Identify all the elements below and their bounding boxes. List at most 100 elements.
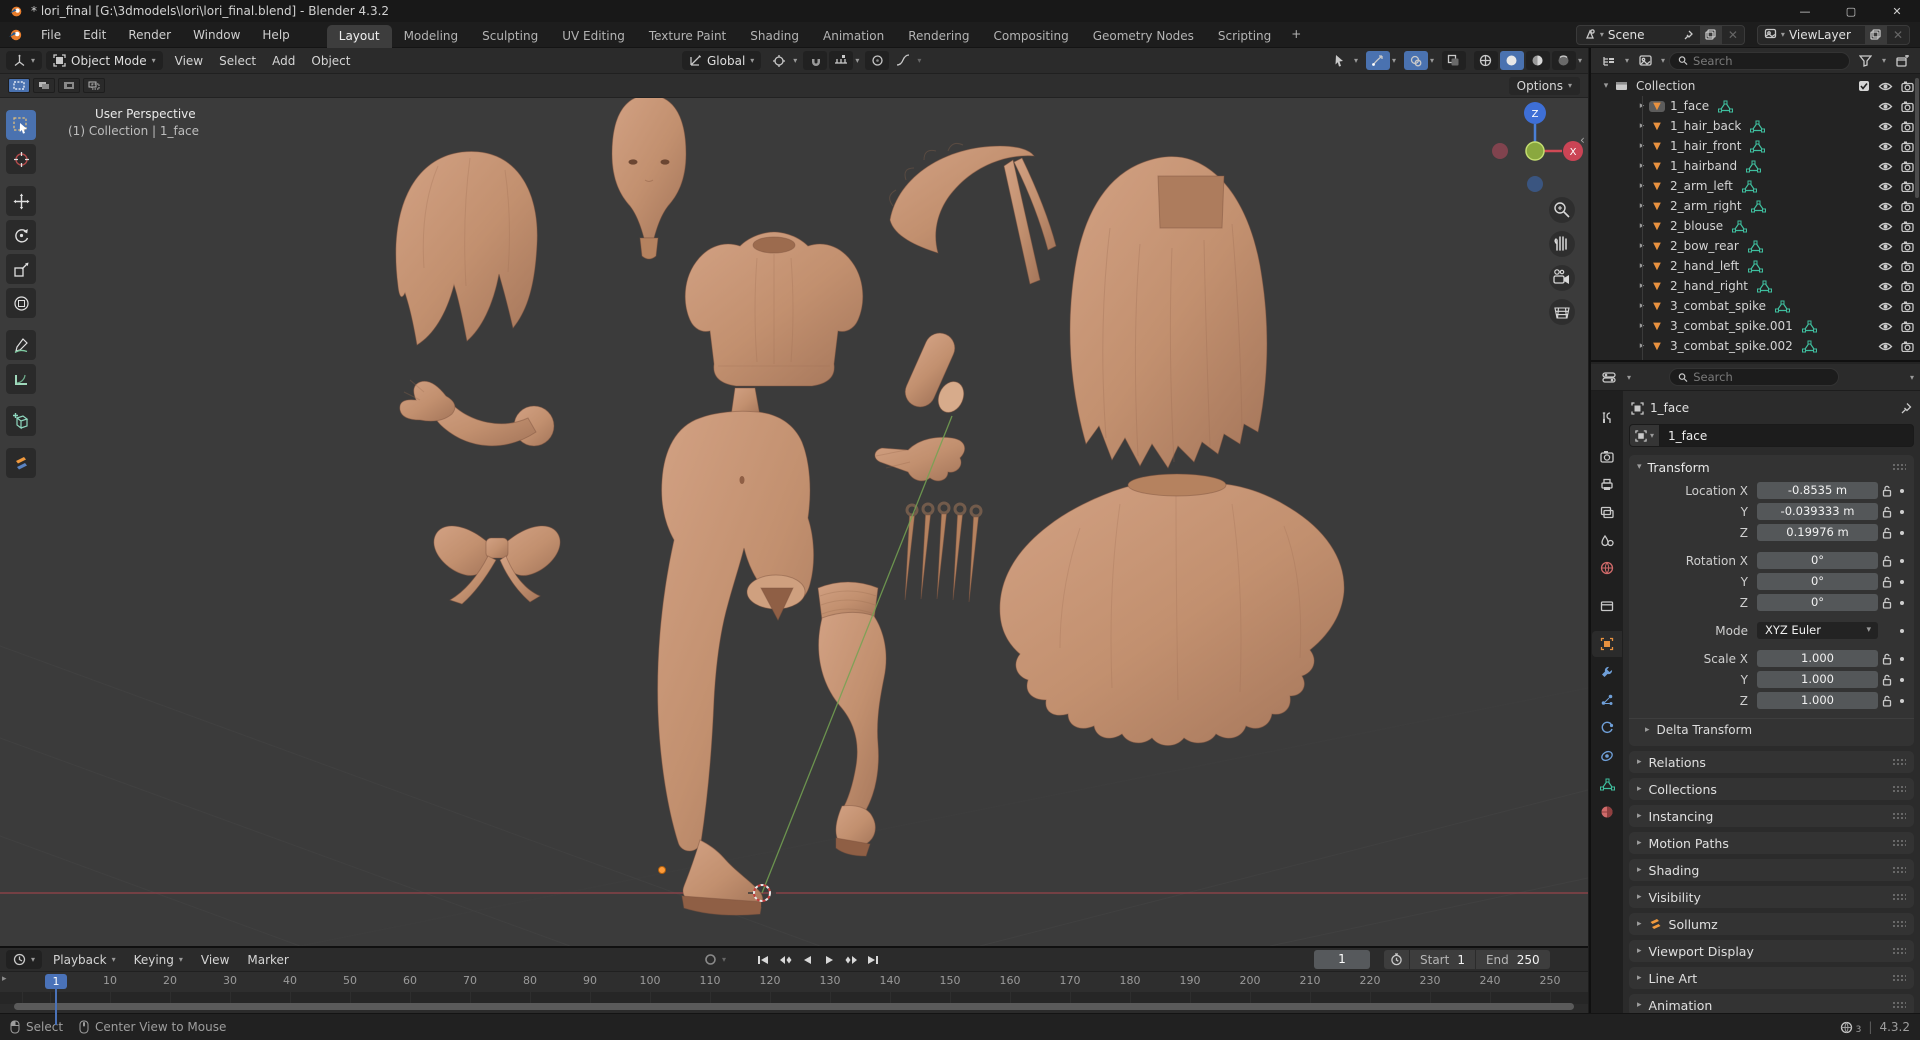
property-section-header[interactable]: ▸ Animation [1629, 994, 1914, 1013]
next-keyframe-button[interactable] [841, 950, 861, 969]
select-mode-intersect-button[interactable] [83, 78, 105, 93]
hide-eye-icon[interactable] [1878, 81, 1893, 92]
workspace-tab[interactable]: Modeling [392, 25, 471, 48]
panel-grip-handle[interactable] [1892, 758, 1906, 766]
render-camera-icon[interactable] [1901, 341, 1914, 352]
show-overlays-toggle[interactable] [1404, 51, 1428, 70]
tab-object-data[interactable] [1592, 771, 1622, 797]
timeline-menu[interactable]: View ▾ [192, 953, 238, 967]
render-camera-icon[interactable] [1901, 161, 1914, 172]
tab-world[interactable] [1592, 555, 1622, 581]
outliner-item-row[interactable]: ▸ ▼ 3_combat_spike.001 [1591, 316, 1920, 336]
lock-icon[interactable] [1878, 625, 1896, 637]
panel-grip-handle[interactable] [1892, 920, 1906, 928]
new-viewlayer-button[interactable] [1865, 26, 1887, 44]
outliner-item-row[interactable]: ▸ ▼ 3_combat_spike.003 [1591, 356, 1920, 362]
render-camera-icon[interactable] [1901, 221, 1914, 232]
object-hand-right[interactable] [875, 437, 965, 481]
tab-object[interactable] [1592, 631, 1622, 657]
xray-toggle[interactable] [1442, 51, 1466, 70]
timeline-menu[interactable]: Marker ▾ [238, 953, 297, 967]
object-bow-rear[interactable] [434, 526, 560, 604]
animate-dot[interactable] [1896, 580, 1908, 584]
hide-eye-icon[interactable] [1878, 261, 1893, 272]
hide-eye-icon[interactable] [1878, 121, 1893, 132]
timeline-ruler[interactable]: 1020304050607080901001101201301401501601… [0, 972, 1588, 992]
shading-solid-button[interactable] [1500, 51, 1524, 70]
outliner-item-row[interactable]: ▸ ▼ 2_arm_right [1591, 196, 1920, 216]
end-frame-field[interactable]: End 250 [1476, 950, 1550, 969]
tab-scene[interactable] [1592, 527, 1622, 553]
hide-eye-icon[interactable] [1878, 281, 1893, 292]
prev-keyframe-button[interactable] [775, 950, 795, 969]
shading-wireframe-button[interactable] [1474, 51, 1498, 70]
panel-grip-handle[interactable] [1892, 866, 1906, 874]
outliner-item-row[interactable]: ▸ ▼ 3_combat_spike.002 [1591, 336, 1920, 356]
render-camera-icon[interactable] [1901, 261, 1914, 272]
new-scene-button[interactable] [1700, 26, 1722, 44]
object-blouse[interactable] [685, 232, 863, 386]
hide-eye-icon[interactable] [1878, 341, 1893, 352]
outliner-filter-button[interactable] [1854, 51, 1878, 70]
expand-arrow-icon[interactable]: ▸ [1635, 361, 1649, 362]
tool-annotate[interactable] [6, 330, 36, 360]
pan-hand-button[interactable] [1549, 231, 1575, 257]
object-arm-right-forearm[interactable] [900, 328, 968, 416]
lock-icon[interactable] [1878, 597, 1896, 609]
tool-rotate[interactable] [6, 220, 36, 250]
topbar-menu[interactable]: Help [251, 25, 300, 45]
tool-transform[interactable] [6, 288, 36, 318]
jump-to-end-button[interactable] [863, 950, 883, 969]
timeline-scrollbar[interactable] [14, 1003, 1574, 1010]
viewlayer-selector[interactable]: ▾ ViewLayer ✕ [1757, 25, 1910, 45]
play-reverse-button[interactable] [797, 950, 817, 969]
outliner-item-row[interactable]: ▸ ▼ 1_face [1591, 96, 1920, 116]
collection-row[interactable]: ▾ Collection [1591, 76, 1920, 96]
object-leg-right[interactable] [818, 582, 886, 856]
panel-grip-handle[interactable] [1892, 785, 1906, 793]
render-camera-icon[interactable] [1901, 321, 1914, 332]
scene-canvas[interactable]: Z X [0, 48, 1588, 946]
camera-view-button[interactable] [1549, 265, 1575, 291]
hide-eye-icon[interactable] [1878, 301, 1893, 312]
tab-material[interactable] [1592, 799, 1622, 825]
property-section-header[interactable]: ▸ Motion Paths [1629, 832, 1914, 854]
tool-select-box[interactable] [6, 110, 36, 140]
viewport-3d[interactable]: ▾ Object Mode ▾ ViewSelectAddObject Glob… [0, 48, 1588, 946]
workspace-tab[interactable]: Sculpting [470, 25, 550, 48]
transform-value-field[interactable]: 0° [1757, 594, 1878, 611]
property-section-header[interactable]: ▸ Instancing [1629, 805, 1914, 827]
show-gizmo-toggle[interactable] [1366, 51, 1390, 70]
outliner-item-row[interactable]: ▸ ▼ 2_hand_left [1591, 256, 1920, 276]
lock-icon[interactable] [1878, 653, 1896, 665]
snap-with-button[interactable] [829, 51, 853, 70]
workspace-tab[interactable]: UV Editing [550, 25, 637, 48]
exclude-checkbox[interactable] [1858, 80, 1870, 92]
panel-grip-handle[interactable] [1892, 1001, 1906, 1009]
topbar-menu[interactable]: Edit [72, 25, 117, 45]
render-camera-icon[interactable] [1901, 181, 1914, 192]
hide-eye-icon[interactable] [1878, 101, 1893, 112]
workspace-tab[interactable]: Animation [811, 25, 896, 48]
blender-menu-button[interactable] [0, 27, 30, 43]
object-combat-spikes[interactable] [905, 503, 981, 602]
new-collection-button[interactable] [1890, 51, 1914, 70]
object-skirt[interactable] [1000, 474, 1344, 746]
hide-eye-icon[interactable] [1878, 361, 1893, 363]
outliner-scrollbar[interactable] [1915, 78, 1919, 198]
properties-search[interactable] [1669, 368, 1839, 386]
tab-viewlayer[interactable] [1592, 499, 1622, 525]
tool-add-cube[interactable] [6, 406, 36, 436]
tool-sollumz[interactable] [6, 448, 36, 478]
navigation-gizmo[interactable]: Z X [1492, 102, 1583, 192]
use-preview-range-button[interactable] [1384, 950, 1409, 969]
outliner-item-row[interactable]: ▸ ▼ 1_hair_front [1591, 136, 1920, 156]
breadcrumb-object-name[interactable]: 1_face [1650, 401, 1689, 415]
outliner-display-mode-button[interactable] [1597, 51, 1621, 70]
transform-value-field[interactable]: XYZ Euler [1757, 622, 1878, 639]
panel-grip-handle[interactable] [1892, 893, 1906, 901]
object-arm-left[interactable] [400, 380, 554, 446]
minimize-button[interactable]: — [1782, 0, 1828, 22]
render-camera-icon[interactable] [1901, 281, 1914, 292]
lock-icon[interactable] [1878, 674, 1896, 686]
